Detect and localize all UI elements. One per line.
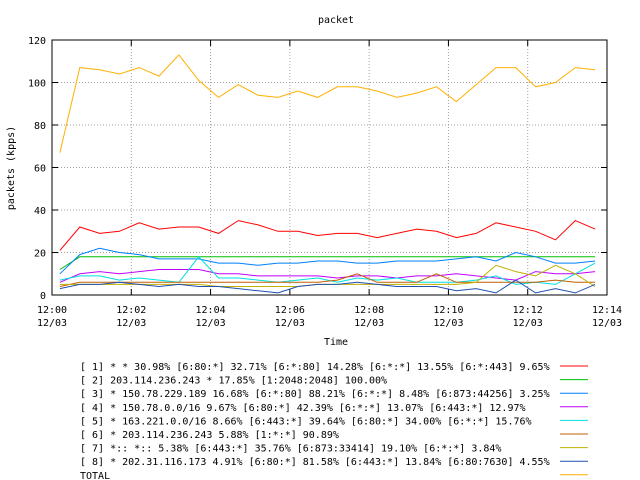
x-tick-label-time: 12:10 bbox=[433, 305, 463, 316]
x-tick-label-time: 12:14 bbox=[592, 305, 622, 316]
legend-entry-label: [ 1] * * 30.98% [6:80:*] 32.71% [6:*:80]… bbox=[80, 362, 550, 373]
series-line-9 bbox=[59, 54, 596, 153]
x-tick-label-time: 12:06 bbox=[275, 305, 305, 316]
axis-ticks: 0 20 40 60 80 100 120 12:00 12/03 12:02 12/03 12:04… bbox=[28, 36, 622, 329]
series-line-1 bbox=[59, 220, 596, 251]
chart: packet packets (kpps) Time 0 20 40 60 80 100 1… bbox=[6, 15, 622, 480]
series-line-7 bbox=[59, 264, 596, 287]
y-tick-label: 40 bbox=[34, 206, 46, 217]
x-tick-label-date: 12/03 bbox=[354, 318, 384, 329]
y-tick-label: 20 bbox=[34, 249, 46, 260]
x-tick-label-date: 12/03 bbox=[592, 318, 622, 329]
y-tick-label: 120 bbox=[28, 36, 46, 47]
x-tick-label-date: 12/03 bbox=[116, 318, 146, 329]
x-tick-label-time: 12:08 bbox=[354, 305, 384, 316]
y-tick-label: 0 bbox=[40, 291, 46, 302]
chart-title: packet bbox=[318, 15, 354, 26]
x-tick-label-time: 12:02 bbox=[116, 305, 146, 316]
x-tick-label-time: 12:12 bbox=[513, 305, 543, 316]
legend-entry-label: [ 3] * 150.78.229.189 16.68% [6:*:80] 88… bbox=[80, 389, 550, 400]
y-axis-label: packets (kpps) bbox=[6, 126, 17, 210]
legend-entry-label: [ 7] *:: *:: 5.38% [6:443:*] 35.76% [6:8… bbox=[80, 444, 501, 455]
y-tick-label: 80 bbox=[34, 121, 46, 132]
x-tick-label-time: 12:00 bbox=[37, 305, 67, 316]
y-tick-label: 60 bbox=[34, 164, 46, 175]
series-line-2 bbox=[59, 256, 596, 270]
x-tick-label-date: 12/03 bbox=[37, 318, 67, 329]
y-tick-label: 100 bbox=[28, 79, 46, 90]
x-tick-label-date: 12/03 bbox=[275, 318, 305, 329]
x-tick-label-time: 12:04 bbox=[196, 305, 226, 316]
legend-entry-label: [ 2] 203.114.236.243 * 17.85% [1:2048:20… bbox=[80, 376, 387, 387]
legend-entry-label: [ 8] * 202.31.116.173 4.91% [6:80:*] 81.… bbox=[80, 457, 550, 468]
legend-entry-label: [ 6] * 203.114.236.243 5.88% [1:*:*] 90.… bbox=[80, 430, 339, 441]
x-tick-label-date: 12/03 bbox=[196, 318, 226, 329]
legend-entry-label: [ 5] * 163.221.0.0/16 8.66% [6:443:*] 39… bbox=[80, 416, 532, 427]
x-axis-label: Time bbox=[324, 337, 348, 348]
legend: [ 1] * * 30.98% [6:80:*] 32.71% [6:*:80]… bbox=[80, 362, 588, 480]
x-tick-label-date: 12/03 bbox=[433, 318, 463, 329]
x-tick-label-date: 12/03 bbox=[513, 318, 543, 329]
legend-entry-label: TOTAL bbox=[80, 471, 110, 480]
series-lines bbox=[59, 54, 596, 294]
legend-entry-label: [ 4] * 150.78.0.0/16 9.67% [6:80:*] 42.3… bbox=[80, 403, 526, 414]
